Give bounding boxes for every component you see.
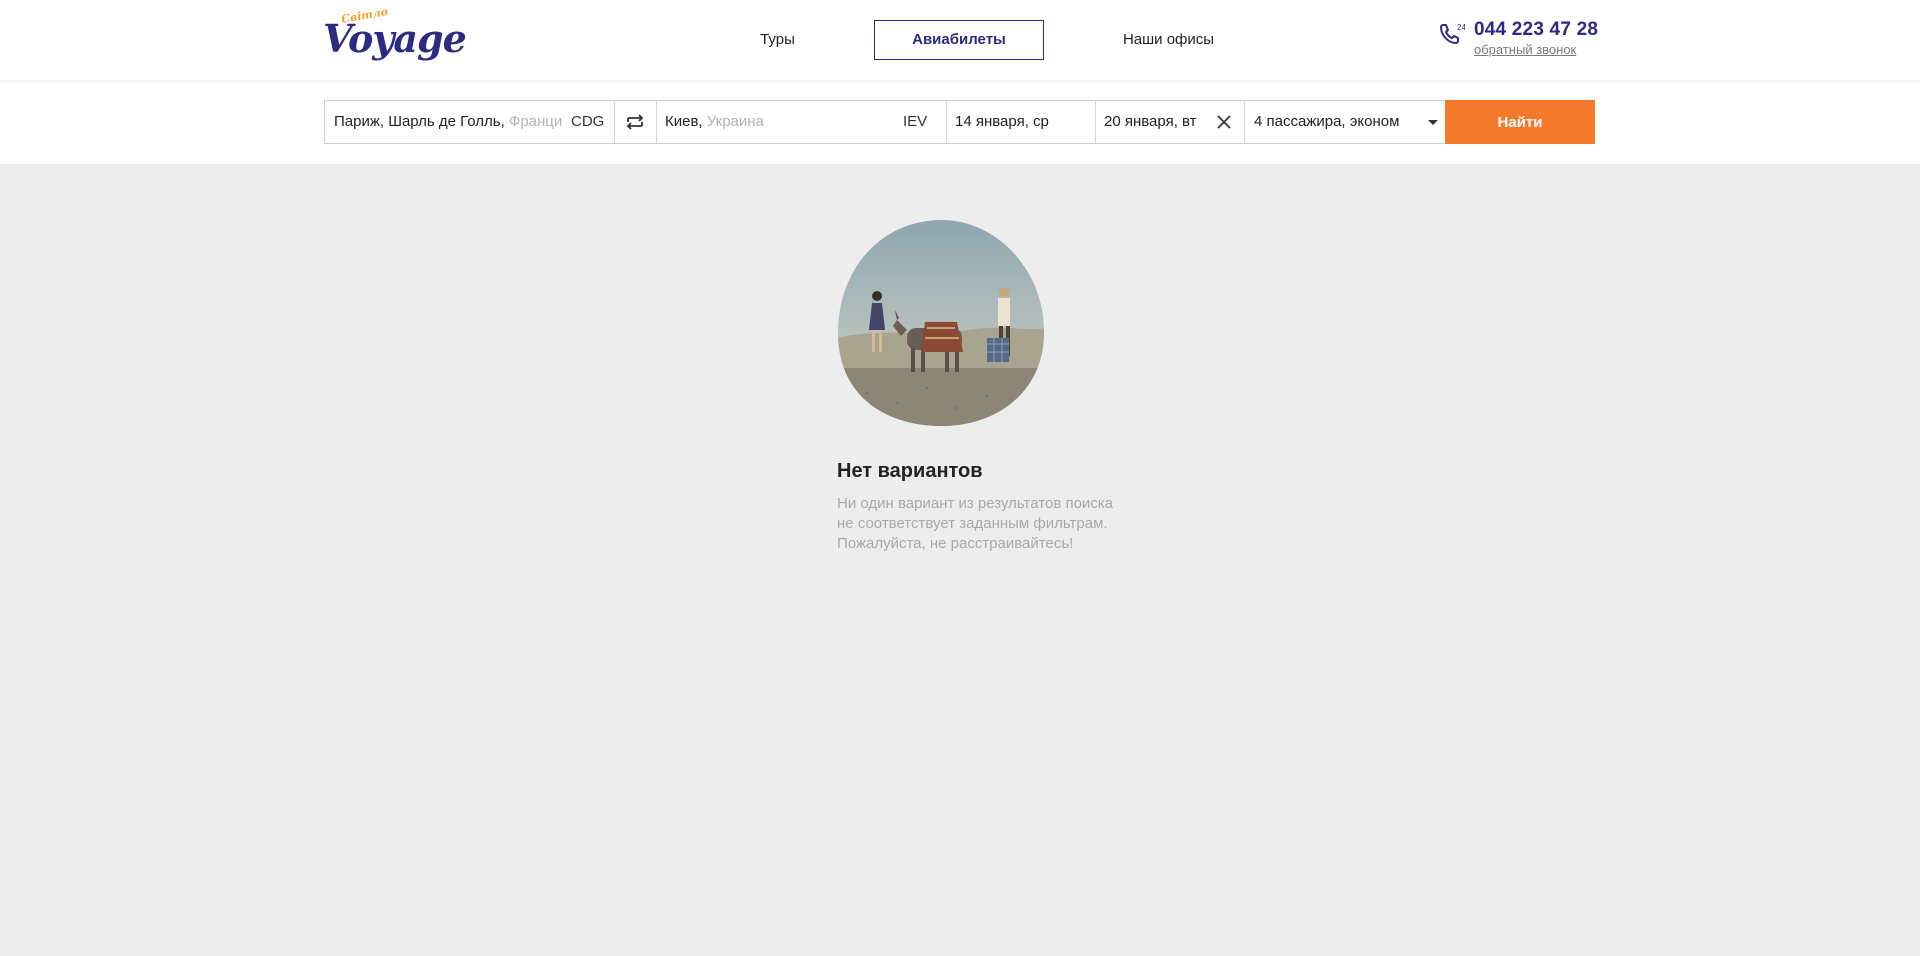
close-icon[interactable]: [1211, 101, 1237, 143]
nav-offices[interactable]: Наши офисы: [1106, 20, 1231, 60]
search-panel: Париж, Шарль де Голль, Франция CDG Киев,…: [0, 80, 1920, 164]
return-date-field[interactable]: 20 января, вт: [1104, 101, 1209, 143]
voyage-logo[interactable]: Світло Voyage: [323, 5, 467, 64]
to-city: Киев,: [665, 113, 703, 130]
empty-state-line: Пожалуйста, не расстраивайтесь!: [837, 535, 1074, 552]
from-field[interactable]: Париж, Шарль де Голль, Франция: [334, 101, 562, 143]
from-country: Франция: [508, 113, 562, 130]
empty-state-line: не соответствует заданным фильтрам.: [837, 515, 1108, 532]
to-code: IEV: [903, 113, 928, 130]
nav-tours[interactable]: Туры: [740, 20, 815, 60]
divider: [656, 101, 657, 143]
empty-state-message: Ни один вариант из результатов поиска не…: [837, 494, 1137, 554]
from-code: CDG: [571, 113, 605, 130]
swap-icon[interactable]: [614, 101, 656, 143]
chevron-down-icon[interactable]: [1426, 101, 1440, 143]
phone-number[interactable]: 044 223 47 28: [1474, 19, 1598, 41]
flight-search-form: Париж, Шарль де Голль, Франция CDG Киев,…: [324, 100, 1594, 144]
donkey-travelers-image: [838, 220, 1045, 426]
from-city: Париж, Шарль де Голль,: [334, 113, 505, 130]
divider: [946, 101, 947, 143]
logo-text: Voyage: [323, 16, 467, 61]
search-button[interactable]: Найти: [1445, 100, 1595, 144]
passengers-select[interactable]: 4 пассажира, эконом: [1254, 101, 1424, 143]
empty-state-title: Нет вариантов: [837, 460, 983, 482]
to-field[interactable]: Киев, Украина: [665, 101, 845, 143]
depart-date-field[interactable]: 14 января, ср: [955, 101, 1095, 143]
nav-flights[interactable]: Авиабилеты: [874, 20, 1044, 60]
to-country: Украина: [706, 113, 764, 130]
divider: [1244, 101, 1245, 143]
phone-badge-text: 24: [1457, 23, 1465, 32]
divider: [1095, 101, 1096, 143]
site-header: Світло Voyage Туры Авиабилеты Наши офисы…: [0, 0, 1920, 80]
empty-state-line: Ни один вариант из результатов поиска: [837, 495, 1114, 512]
callback-link[interactable]: обратный звонок: [1474, 42, 1576, 57]
phone-24-icon: 24: [1440, 23, 1465, 44]
